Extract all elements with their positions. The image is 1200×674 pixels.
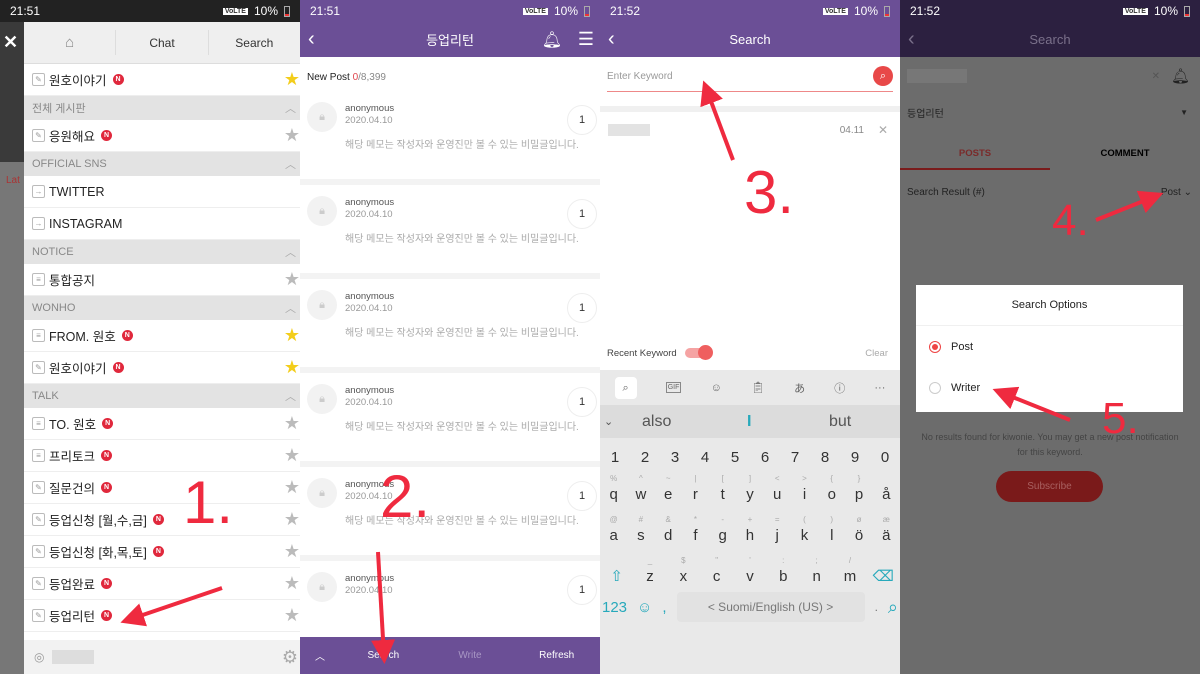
annotation-arrows xyxy=(120,80,1164,664)
arrow-1 xyxy=(120,586,223,627)
arrow-4 xyxy=(1095,190,1164,222)
arrow-5 xyxy=(992,386,1071,422)
arrow-3 xyxy=(700,80,735,161)
arrow-2 xyxy=(371,551,396,664)
